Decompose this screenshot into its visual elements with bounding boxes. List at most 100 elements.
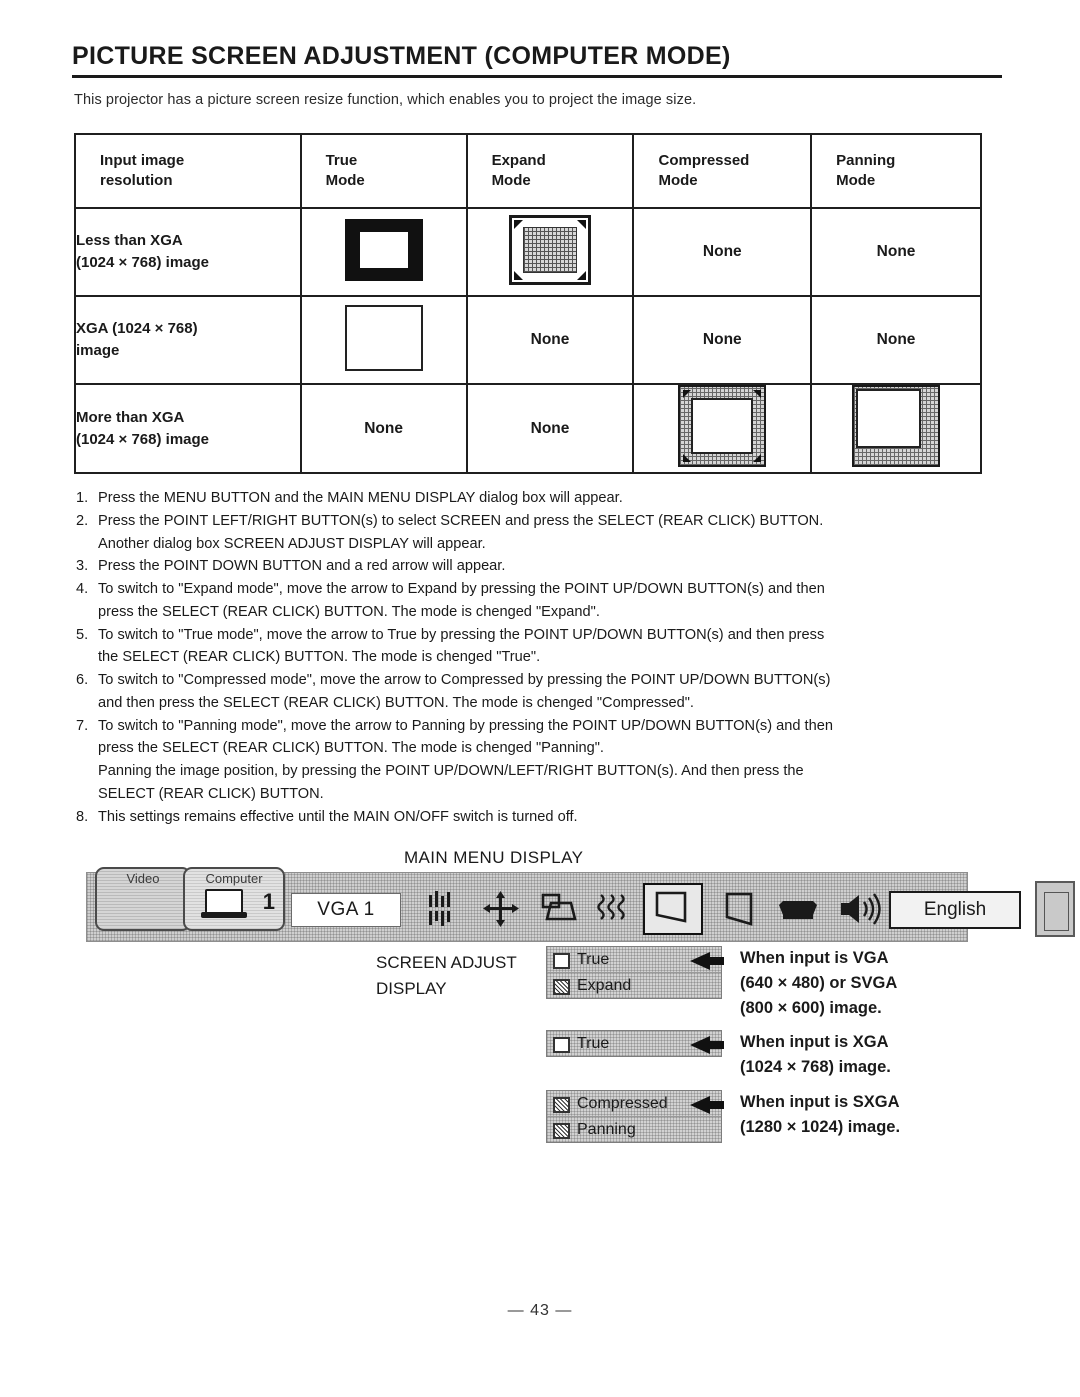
header-line-1: Compressed <box>658 151 750 169</box>
tab-video-label: Video <box>126 871 160 886</box>
language-select[interactable]: English <box>889 891 1021 929</box>
step-number: 8. <box>76 808 89 825</box>
screen-icon[interactable] <box>719 889 763 929</box>
table-row: XGA (1024 × 768) image None None None <box>74 295 982 385</box>
screen-adjust-display-label: SCREEN ADJUST DISPLAY <box>376 950 517 1001</box>
step-text: Press the MENU BUTTON and the MAIN MENU … <box>98 490 623 506</box>
image-adjust-icon[interactable] <box>423 889 467 929</box>
step-text-continued: press the SELECT (REAR CLICK) BUTTON. Th… <box>98 603 600 620</box>
step-text-continued-2: Panning the image position, by pressing … <box>98 763 804 780</box>
table-header-row: Input image resolution True Mode Expand … <box>74 133 982 209</box>
caption-line-1: When input is XGA <box>740 1033 889 1051</box>
step-text: To switch to "Panning mode", move the ar… <box>98 717 833 734</box>
step-text: Press the POINT LEFT/RIGHT BUTTON(s) to … <box>98 512 824 529</box>
header-line-1: True <box>325 151 358 169</box>
cell-expand-mode-more-than-xga: None <box>465 383 635 474</box>
header-line-2: resolution <box>100 172 173 189</box>
header-line-1: Expand <box>491 151 546 169</box>
step-number: 6. <box>76 672 89 689</box>
caption-sxga: When input is SXGA (1280 × 1024) image. <box>740 1090 900 1140</box>
step-number: 3. <box>76 558 89 575</box>
step-number: 1. <box>76 490 89 506</box>
checkbox-icon <box>553 953 570 969</box>
menu-item-label: True <box>577 951 610 968</box>
menu-item-expand[interactable]: Expand <box>547 973 721 998</box>
screen-adjust-label-line-2: DISPLAY <box>376 978 447 998</box>
header-line-2: Mode <box>836 172 876 189</box>
menu-item-panning[interactable]: Panning <box>547 1117 721 1142</box>
cell-panning-mode-xga: None <box>810 295 982 385</box>
list-item: 4. To switch to "Expand mode", move the … <box>76 578 1006 624</box>
cell-compressed-mode-more-than-xga <box>632 383 813 474</box>
table-row: More than XGA (1024 × 768) image None No… <box>74 383 982 474</box>
panning-marker-icon <box>553 1123 570 1139</box>
cell-expand-mode-less-than-xga <box>465 207 635 297</box>
caption-line-1: When input is VGA <box>740 949 889 967</box>
volume-icon[interactable] <box>835 889 881 929</box>
tab-computer-label: Computer <box>205 871 263 886</box>
tracking-icon[interactable] <box>593 889 637 929</box>
row-label-line-1: More than XGA <box>76 408 185 426</box>
tab-computer[interactable]: Computer 1 <box>183 867 285 931</box>
computer-number: 1 <box>262 889 275 914</box>
list-item: 7. To switch to "Panning mode", move the… <box>76 715 1006 806</box>
step-text-continued: and then press the SELECT (REAR CLICK) B… <box>98 694 694 711</box>
checkbox-icon <box>553 1037 570 1053</box>
caption-xga: When input is XGA (1024 × 768) image. <box>740 1030 891 1080</box>
header-line-1: Input image <box>100 151 185 169</box>
document-page: PICTURE SCREEN ADJUSTMENT (COMPUTER MODE… <box>0 0 1080 1397</box>
cell-true-mode-xga <box>299 295 468 385</box>
step-text-continued: press the SELECT (REAR CLICK) BUTTON. Th… <box>98 740 604 757</box>
position-arrows-icon[interactable] <box>479 889 523 929</box>
instruction-list: 1. Press the MENU BUTTON and the MAIN ME… <box>76 487 1006 828</box>
step-text: This settings remains effective until th… <box>98 808 578 825</box>
diagram-plain-box-icon <box>344 304 423 371</box>
caption-vga: When input is VGA (640 × 480) or SVGA (8… <box>740 946 897 1020</box>
screen-icon-selected[interactable] <box>643 883 703 935</box>
cell-expand-mode-xga: None <box>465 295 635 385</box>
laptop-icon <box>201 889 247 919</box>
row-label-line-2: image <box>76 342 120 359</box>
cell-true-mode-more-than-xga: None <box>299 383 468 474</box>
menu-item-label: Panning <box>577 1121 636 1138</box>
row-label-more-than-xga: More than XGA (1024 × 768) image <box>74 383 302 474</box>
row-label-line-2: (1024 × 768) image <box>76 254 210 271</box>
tab-video[interactable]: Video <box>95 867 191 931</box>
caption-line-2: (1280 × 1024) image. <box>740 1117 901 1136</box>
menu-item-label: Compressed <box>577 1095 668 1112</box>
keystone-icon[interactable] <box>537 889 581 929</box>
caption-line-3: (800 × 600) image. <box>740 998 882 1017</box>
row-label-line-1: XGA (1024 × 768) <box>76 320 198 338</box>
intro-paragraph: This projector has a picture screen resi… <box>74 92 697 108</box>
step-text-continued: Another dialog box SCREEN ADJUST DISPLAY… <box>98 535 486 552</box>
header-line-2: Mode <box>658 172 698 189</box>
expand-marker-icon <box>553 979 570 995</box>
caption-line-1: When input is SXGA <box>740 1093 900 1111</box>
main-menu-toolbar: Video Computer 1 VGA 1 English <box>86 867 1075 942</box>
diagram-expand-arrows-icon <box>509 214 592 285</box>
table-row: Less than XGA (1024 × 768) image None No… <box>74 207 982 297</box>
step-number: 2. <box>76 512 89 529</box>
cell-true-mode-less-than-xga <box>299 207 468 297</box>
projector-icon[interactable] <box>773 889 817 929</box>
diagram-panning-offset-icon <box>852 385 941 467</box>
header-line-1: Panning <box>836 151 896 169</box>
menu-item-label: True <box>577 1035 610 1052</box>
menu-item-label: Expand <box>577 977 632 994</box>
column-header-resolution: Input image resolution <box>74 133 302 209</box>
row-label-line-1: Less than XGA <box>76 232 183 250</box>
step-text: To switch to "Compressed mode", move the… <box>98 672 831 689</box>
input-source-field[interactable]: VGA 1 <box>291 893 401 927</box>
list-item: 3. Press the POINT DOWN BUTTON and a red… <box>76 555 1006 578</box>
cell-panning-mode-more-than-xga <box>810 383 982 474</box>
selection-arrow-icon <box>690 1096 724 1114</box>
header-line-2: Mode <box>325 172 365 189</box>
screen-mode-table: Input image resolution True Mode Expand … <box>74 133 982 474</box>
step-text: To switch to "True mode", move the arrow… <box>98 626 825 643</box>
step-text-continued-3: SELECT (REAR CLICK) BUTTON. <box>98 785 324 802</box>
list-item: 5. To switch to "True mode", move the ar… <box>76 624 1006 670</box>
step-text-continued: the SELECT (REAR CLICK) BUTTON. The mode… <box>98 649 541 666</box>
page-number: — 43 — <box>507 1302 573 1319</box>
caption-line-2: (640 × 480) or SVGA <box>740 973 898 992</box>
diagram-filled-frame-icon <box>344 218 423 281</box>
